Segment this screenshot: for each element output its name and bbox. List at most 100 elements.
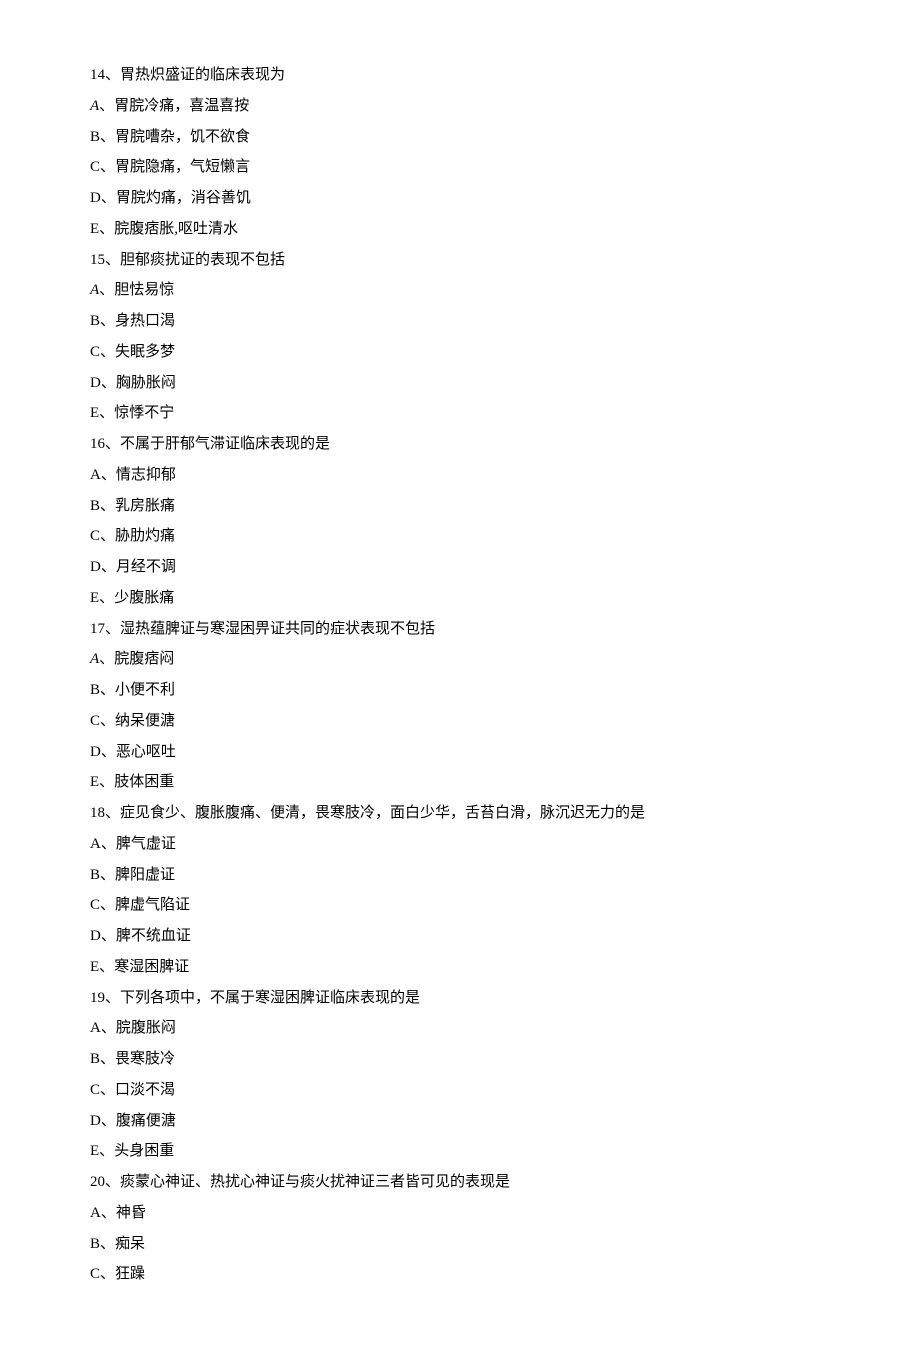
- separator: 、: [99, 405, 114, 421]
- separator: 、: [99, 98, 114, 114]
- option-line: B、乳房胀痛: [90, 491, 830, 522]
- option-label: A: [90, 651, 99, 667]
- option-line: C、胁肋灼痛: [90, 521, 830, 552]
- option-text: 小便不利: [115, 682, 175, 698]
- question-number: 16: [90, 436, 105, 452]
- option-label: E: [90, 221, 99, 237]
- separator: 、: [105, 1174, 120, 1190]
- question-stem: 16、不属于肝郁气滞证临床表现的是: [90, 429, 830, 460]
- separator: 、: [100, 1082, 115, 1098]
- option-label: A: [90, 1020, 101, 1036]
- option-line: D、脾不统血证: [90, 921, 830, 952]
- question-stem: 19、下列各项中，不属于寒湿困脾证临床表现的是: [90, 983, 830, 1014]
- separator: 、: [99, 651, 114, 667]
- separator: 、: [105, 805, 120, 821]
- option-label: A: [90, 282, 99, 298]
- question-stem: 18、症见食少、腹胀腹痛、便清，畏寒肢冷，面白少华，舌苔白滑，脉沉迟无力的是: [90, 798, 830, 829]
- option-line: A、神昏: [90, 1198, 830, 1229]
- option-line: D、月经不调: [90, 552, 830, 583]
- option-line: E、寒湿困脾证: [90, 952, 830, 983]
- option-text: 肢体困重: [114, 774, 174, 790]
- separator: 、: [101, 928, 116, 944]
- option-label: E: [90, 405, 99, 421]
- option-label: D: [90, 559, 101, 575]
- option-text: 头身困重: [114, 1143, 174, 1159]
- option-line: B、小便不利: [90, 675, 830, 706]
- option-text: 脾虚气陷证: [115, 897, 190, 913]
- option-line: B、痴呆: [90, 1229, 830, 1260]
- option-line: C、狂躁: [90, 1259, 830, 1290]
- option-text: 胃脘灼痛，消谷善饥: [116, 190, 251, 206]
- option-text: 胃脘嘈杂，饥不欲食: [115, 129, 250, 145]
- option-label: E: [90, 1143, 99, 1159]
- option-line: A、脘腹痞闷: [90, 644, 830, 675]
- separator: 、: [105, 990, 120, 1006]
- option-text: 胃脘隐痛，气短懒言: [115, 159, 250, 175]
- question-stem: 20、痰蒙心神证、热扰心神证与痰火扰神证三者皆可见的表现是: [90, 1167, 830, 1198]
- option-text: 脘腹痞闷: [114, 651, 174, 667]
- question-stem: 17、湿热蕴脾证与寒湿困畀证共同的症状表现不包括: [90, 614, 830, 645]
- separator: 、: [100, 498, 115, 514]
- option-line: B、畏寒肢冷: [90, 1044, 830, 1075]
- separator: 、: [99, 282, 114, 298]
- separator: 、: [101, 1113, 116, 1129]
- option-line: C、纳呆便溏: [90, 706, 830, 737]
- option-label: B: [90, 498, 100, 514]
- option-label: B: [90, 1236, 100, 1252]
- option-label: D: [90, 375, 101, 391]
- option-text: 脾气虚证: [116, 836, 176, 852]
- separator: 、: [99, 1143, 114, 1159]
- option-label: C: [90, 1266, 100, 1282]
- option-line: D、腹痛便溏: [90, 1106, 830, 1137]
- option-text: 胸胁胀闷: [116, 375, 176, 391]
- question-stem: 14、胃热炽盛证的临床表现为: [90, 60, 830, 91]
- option-label: D: [90, 1113, 101, 1129]
- separator: 、: [105, 436, 120, 452]
- option-line: D、胸胁胀闷: [90, 368, 830, 399]
- option-line: A、脾气虚证: [90, 829, 830, 860]
- separator: 、: [100, 159, 115, 175]
- option-label: D: [90, 190, 101, 206]
- question-text: 下列各项中，不属于寒湿困脾证临床表现的是: [120, 990, 420, 1006]
- option-line: D、恶心呕吐: [90, 737, 830, 768]
- question-text: 症见食少、腹胀腹痛、便清，畏寒肢冷，面白少华，舌苔白滑，脉沉迟无力的是: [120, 805, 645, 821]
- option-text: 惊悸不宁: [114, 405, 174, 421]
- option-text: 脾不统血证: [116, 928, 191, 944]
- document-body: 14、胃热炽盛证的临床表现为A、胃脘冷痛，喜温喜按B、胃脘嘈杂，饥不欲食C、胃脘…: [90, 60, 830, 1290]
- option-text: 胃脘冷痛，喜温喜按: [114, 98, 249, 114]
- option-text: 身热口渴: [115, 313, 175, 329]
- option-text: 狂躁: [115, 1266, 145, 1282]
- question-text: 胃热炽盛证的临床表现为: [120, 67, 285, 83]
- separator: 、: [101, 744, 116, 760]
- option-label: A: [90, 836, 101, 852]
- option-text: 腹痛便溏: [116, 1113, 176, 1129]
- option-text: 畏寒肢冷: [115, 1051, 175, 1067]
- option-line: C、失眠多梦: [90, 337, 830, 368]
- option-line: B、胃脘嘈杂，饥不欲食: [90, 122, 830, 153]
- option-line: A、胆怯易惊: [90, 275, 830, 306]
- separator: 、: [101, 559, 116, 575]
- option-label: E: [90, 774, 99, 790]
- separator: 、: [101, 836, 116, 852]
- question-number: 18: [90, 805, 105, 821]
- option-label: A: [90, 98, 99, 114]
- option-label: B: [90, 129, 100, 145]
- option-label: D: [90, 928, 101, 944]
- option-text: 口淡不渴: [115, 1082, 175, 1098]
- separator: 、: [100, 313, 115, 329]
- question-text: 胆郁痰扰证的表现不包括: [120, 252, 285, 268]
- separator: 、: [105, 67, 120, 83]
- option-text: 恶心呕吐: [116, 744, 176, 760]
- option-label: A: [90, 1205, 101, 1221]
- question-number: 15: [90, 252, 105, 268]
- option-line: D、胃脘灼痛，消谷善饥: [90, 183, 830, 214]
- question-text: 湿热蕴脾证与寒湿困畀证共同的症状表现不包括: [120, 621, 435, 637]
- question-number: 14: [90, 67, 105, 83]
- option-text: 胆怯易惊: [114, 282, 174, 298]
- option-line: A、胃脘冷痛，喜温喜按: [90, 91, 830, 122]
- option-line: C、胃脘隐痛，气短懒言: [90, 152, 830, 183]
- separator: 、: [100, 129, 115, 145]
- option-text: 失眠多梦: [115, 344, 175, 360]
- option-line: A、情志抑郁: [90, 460, 830, 491]
- option-label: E: [90, 959, 99, 975]
